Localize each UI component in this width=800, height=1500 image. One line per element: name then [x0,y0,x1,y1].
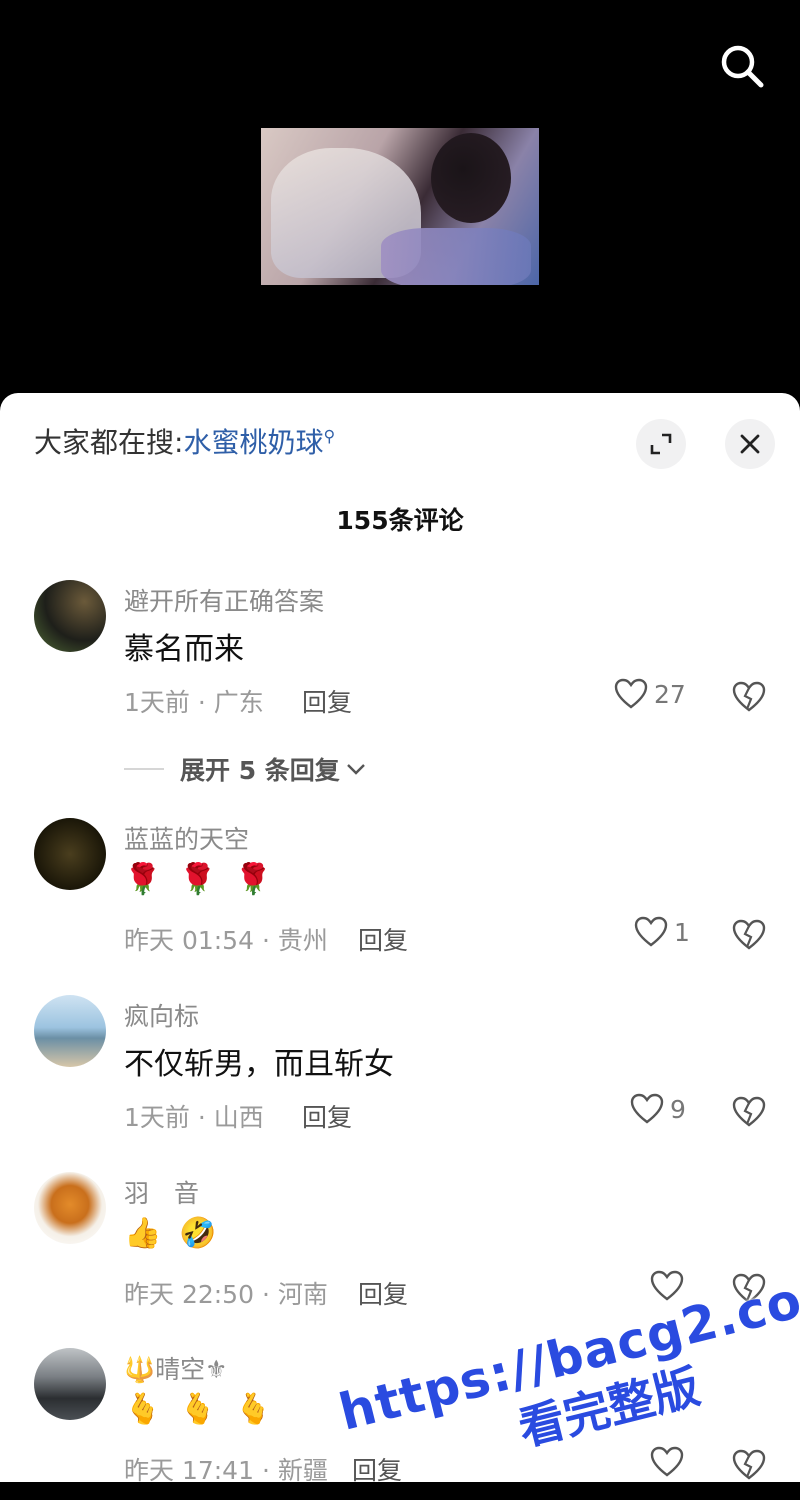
like-button[interactable]: 9 [630,1093,686,1125]
heart-icon [614,678,648,709]
reply-button[interactable]: 回复 [352,1451,402,1482]
close-button[interactable] [725,419,775,469]
heart-icon [650,1270,684,1301]
avatar[interactable] [34,818,106,890]
avatar[interactable] [34,1348,106,1420]
rose-emoji: 🌹 [179,862,217,897]
avatar[interactable] [34,580,106,652]
broken-heart-icon[interactable] [732,918,766,952]
comment-username[interactable]: 羽 音 [124,1174,199,1210]
comment-text: 慕名而来 [124,632,244,667]
close-icon [740,434,760,454]
rose-emoji: 🌹 [234,862,273,897]
like-button[interactable] [650,1446,684,1478]
like-button[interactable]: 27 [614,678,686,710]
video-player[interactable] [0,0,800,400]
heart-icon [630,1093,664,1124]
like-button[interactable]: 1 [634,916,690,948]
search-icon [721,45,764,88]
heart-hands-emoji: 🫰 [124,1392,162,1427]
heart-hands-emoji: 🫰 [234,1392,273,1427]
comment-text: 不仅斩男，而且斩女 [124,1047,394,1082]
comment-meta: 1天前 · 山西 [124,1103,264,1132]
like-button[interactable] [650,1270,684,1302]
expand-replies-label: 展开 5 条回复 [180,756,340,785]
comment-count-title: 155条评论 [336,506,464,535]
like-count: 1 [674,917,690,947]
avatar[interactable] [34,995,106,1067]
reply-button[interactable]: 回复 [358,1275,408,1311]
like-count: 27 [654,679,686,709]
reply-button[interactable]: 回复 [302,683,352,719]
comment-emoji: 🫰 🫰 🫰 [124,1392,272,1427]
comment-username[interactable]: 蓝蓝的天空 [124,820,249,856]
expand-icon [650,433,672,455]
broken-heart-icon[interactable] [732,1448,766,1482]
trending-search-prefix: 大家都在搜: [34,426,184,459]
thumbs-up-emoji: 👍 [124,1216,162,1251]
reply-button[interactable]: 回复 [302,1098,352,1134]
like-count: 9 [670,1094,686,1124]
comment-meta: 1天前 · 广东 [124,688,264,717]
comment-meta: 昨天 01:54 · 贵州 [124,926,328,955]
reply-button[interactable]: 回复 [358,921,408,957]
comment-meta: 昨天 17:41 · 新疆 [124,1456,328,1482]
trending-search[interactable]: 大家都在搜:水蜜桃奶球⚲ [34,421,335,461]
broken-heart-icon[interactable] [732,1095,766,1129]
heart-hands-emoji: 🫰 [179,1392,217,1427]
avatar[interactable] [34,1172,106,1244]
chevron-down-icon [346,764,365,775]
broken-heart-icon[interactable] [732,1272,766,1306]
comment-username[interactable]: 疯向标 [124,997,199,1033]
video-thumbnail[interactable] [261,128,539,285]
heart-icon [650,1446,684,1477]
expand-button[interactable] [636,419,686,469]
thumbnail-shape [431,133,511,223]
heart-icon [634,916,668,947]
thumbnail-shape [381,228,531,285]
rose-emoji: 🌹 [124,862,162,897]
broken-heart-icon[interactable] [732,680,766,714]
comment-emoji: 🌹 🌹 🌹 [124,862,272,897]
search-button[interactable] [716,40,768,92]
comment-meta: 昨天 22:50 · 河南 [124,1280,328,1309]
comment-sheet: 大家都在搜:水蜜桃奶球⚲ 155条评论 避开所有正确答案 慕名而来 1天前 · … [0,393,800,1482]
small-search-icon: ⚲ [323,426,336,446]
comment-username[interactable]: 避开所有正确答案 [124,582,324,618]
comment-emoji: 👍 🤣 [124,1216,217,1251]
laughing-emoji: 🤣 [179,1216,217,1251]
expand-replies-button[interactable]: 展开 5 条回复 [124,751,368,787]
divider-line [124,768,164,770]
comment-username[interactable]: 🔱晴空⚜ [124,1350,228,1386]
trending-search-keyword[interactable]: 水蜜桃奶球 [183,426,323,459]
